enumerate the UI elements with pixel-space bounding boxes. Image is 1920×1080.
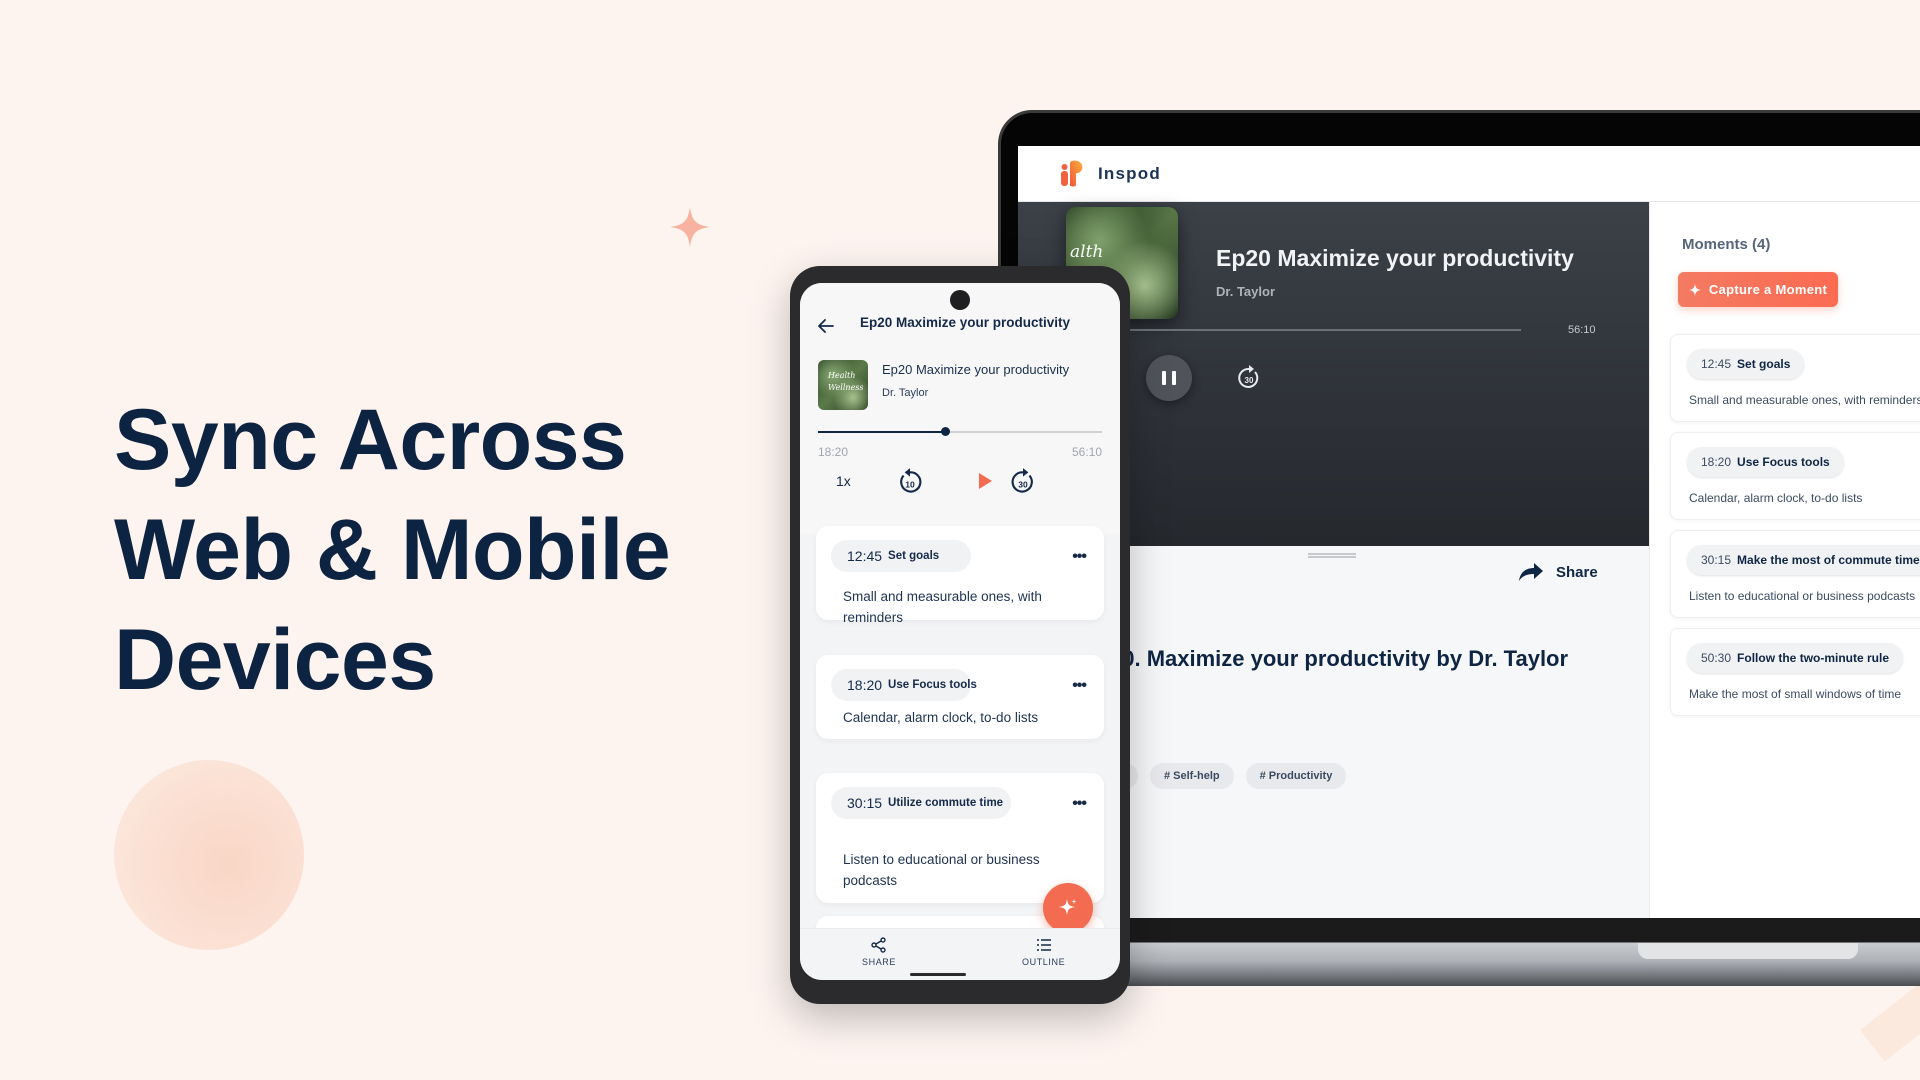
moment-label: Set goals xyxy=(1737,357,1791,371)
capture-moment-fab[interactable] xyxy=(1043,883,1093,933)
moment-label: Use Focus tools xyxy=(888,679,977,691)
headline-line: Web & Mobile xyxy=(114,502,671,598)
cover-text-line: alth xyxy=(1070,242,1104,262)
headline-line: Devices xyxy=(114,612,436,708)
moment-chip[interactable]: 50:30 Follow the two-minute rule xyxy=(1687,643,1904,673)
episode-heading: 20. Maximize your productivity by Dr. Ta… xyxy=(1110,646,1569,671)
cover-text-line: Health xyxy=(828,371,856,380)
moment-label: Follow the two-minute rule xyxy=(1737,651,1890,665)
mobile-header-title: Ep20 Maximize your productivity xyxy=(860,315,1071,330)
brand-name: Inspod xyxy=(1098,163,1161,183)
hero-headline: Sync Across Web & Mobile Devices xyxy=(114,385,671,715)
moment-description: Make the most of small windows of time xyxy=(1689,687,1902,701)
moments-panel: Moments (4) Capture a Moment 12:45 Set g… xyxy=(1649,202,1920,918)
share-button[interactable]: Share xyxy=(1518,562,1598,582)
capture-moment-label: Capture a Moment xyxy=(1708,282,1828,297)
forward-icon: 30 xyxy=(1238,365,1259,388)
moment-card[interactable]: 12:45 Set goals Small and measurable one… xyxy=(1670,334,1920,422)
svg-text:10: 10 xyxy=(905,479,915,489)
front-camera xyxy=(950,290,970,310)
moment-time: 12:45 xyxy=(1701,357,1732,371)
moment-description: Listen to educational or business podcas… xyxy=(1689,589,1916,603)
sparkle-decoration-icon xyxy=(670,207,710,247)
resize-handle[interactable] xyxy=(1308,553,1356,558)
app-header: Inspod xyxy=(1018,146,1920,202)
nav-share[interactable]: SHARE xyxy=(862,937,896,967)
cover-text-line: Wellness xyxy=(828,383,864,392)
list-icon xyxy=(1036,939,1051,951)
nav-label: OUTLINE xyxy=(1022,957,1066,967)
home-indicator[interactable] xyxy=(910,973,966,976)
episode-author: Dr. Taylor xyxy=(882,387,929,399)
episode-author: Dr. Taylor xyxy=(1216,284,1276,299)
nav-outline[interactable]: OUTLINE xyxy=(1022,937,1065,967)
moment-description: Small and measurable ones, with reminder… xyxy=(1689,393,1920,407)
total-time: 56:10 xyxy=(1071,445,1102,459)
current-time: 18:20 xyxy=(818,445,849,459)
sparkle-icon xyxy=(1688,283,1701,296)
moment-time: 30:15 xyxy=(847,795,883,811)
moment-description: Calendar, alarm clock, to-do lists xyxy=(843,710,1039,725)
moment-time: 30:15 xyxy=(1701,553,1732,567)
moment-card[interactable]: 30:15 Make the most of commute time List… xyxy=(1670,530,1920,618)
sparkle-icon xyxy=(1059,899,1077,915)
pause-button[interactable] xyxy=(1146,355,1192,401)
svg-text:30: 30 xyxy=(1018,479,1028,489)
moment-time: 18:20 xyxy=(847,677,883,693)
moment-chip[interactable]: 12:45 Set goals xyxy=(831,540,971,572)
svg-text:30: 30 xyxy=(1245,376,1254,385)
moment-time: 18:20 xyxy=(1701,455,1732,469)
share-label: Share xyxy=(1556,563,1598,581)
total-time: 56:10 xyxy=(1568,324,1596,336)
forward-30-button[interactable]: 30 xyxy=(1228,357,1270,399)
nav-label: SHARE xyxy=(862,957,897,967)
episode-title: Ep20 Maximize your productivity xyxy=(882,362,1070,377)
mobile-app-screen: Ep20 Maximize your productivity Health W… xyxy=(800,283,1120,980)
moment-description: Listen to educational or business podcas… xyxy=(843,852,1040,888)
back-arrow-icon[interactable] xyxy=(816,316,836,336)
more-options-icon[interactable]: ••• xyxy=(1072,795,1087,813)
moment-label: Make the most of commute time xyxy=(1737,553,1920,567)
moment-description: Calendar, alarm clock, to-do lists xyxy=(1689,491,1863,505)
share-arrow-icon xyxy=(1519,563,1543,581)
progress-fill xyxy=(818,431,946,433)
web-app-window: Inspod alth lness Ep20 Maximize your pro… xyxy=(1018,146,1920,918)
moment-time: 50:30 xyxy=(1701,651,1732,665)
moment-chip[interactable]: 18:20 Use Focus tools xyxy=(1687,447,1844,477)
tag-chip[interactable]: # Self-help xyxy=(1149,763,1234,789)
more-options-icon[interactable]: ••• xyxy=(1072,677,1087,695)
moment-chip[interactable]: 12:45 Set goals xyxy=(1687,349,1805,379)
moment-chip[interactable]: 30:15 Make the most of commute time xyxy=(1687,545,1920,575)
moment-chip[interactable]: 18:20 Use Focus tools xyxy=(831,669,977,701)
progress-bar[interactable] xyxy=(818,427,1102,436)
moment-chip[interactable]: 30:15 Utilize commute time xyxy=(831,787,1011,819)
more-options-icon[interactable]: ••• xyxy=(1072,548,1087,566)
moment-label: Set goals xyxy=(888,550,940,562)
share-icon xyxy=(871,937,886,953)
episode-title: Ep20 Maximize your productivity xyxy=(1216,245,1574,271)
capture-moment-button[interactable]: Capture a Moment xyxy=(1678,272,1838,307)
moment-description: Small and measurable ones, with reminder… xyxy=(843,589,1042,625)
episode-cover: Health Wellness xyxy=(818,360,868,410)
headline-line: Sync Across xyxy=(114,392,627,488)
moment-card[interactable]: 50:30 Follow the two-minute rule Make th… xyxy=(1670,628,1920,716)
tag-chip[interactable]: # Productivity xyxy=(1245,763,1347,789)
play-button[interactable] xyxy=(975,471,995,491)
moment-card[interactable]: 18:20 Use Focus tools ••• Calendar, alar… xyxy=(816,655,1104,739)
moments-title: Moments (4) xyxy=(1682,236,1771,253)
moment-card[interactable]: 12:45 Set goals ••• Small and measurable… xyxy=(816,526,1104,625)
forward-30-button[interactable]: 30 xyxy=(1007,466,1039,498)
inspod-logo-icon[interactable] xyxy=(1056,159,1086,189)
pause-icon xyxy=(1162,371,1166,385)
moment-label: Utilize commute time xyxy=(888,797,1004,809)
playback-speed-button[interactable]: 1x xyxy=(836,473,851,489)
rewind-10-button[interactable]: 10 xyxy=(894,466,926,498)
laptop-notch xyxy=(1638,943,1858,959)
decorative-circle xyxy=(114,760,304,950)
moment-label: Use Focus tools xyxy=(1737,455,1830,469)
moment-card[interactable]: 18:20 Use Focus tools Calendar, alarm cl… xyxy=(1670,432,1920,520)
moment-time: 12:45 xyxy=(847,548,883,564)
